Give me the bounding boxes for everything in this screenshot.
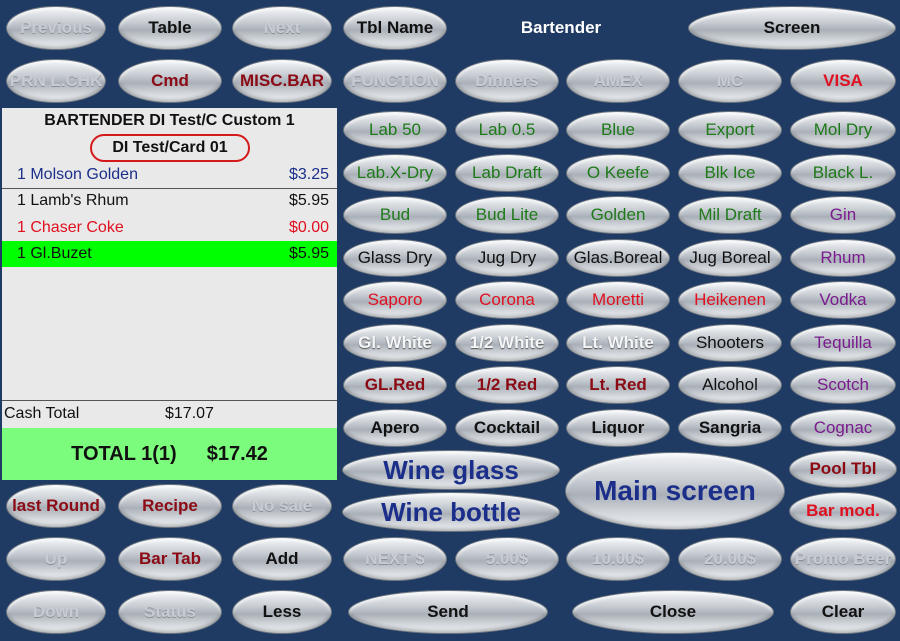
drink-button-rhum[interactable]: Rhum — [790, 239, 896, 277]
drink-button-lt-red[interactable]: Lt. Red — [566, 366, 670, 404]
mode-label: Bartender — [520, 18, 602, 37]
item-price: $5.95 — [288, 245, 329, 262]
last-round-button[interactable]: last Round — [6, 484, 106, 528]
drink-button-lab-x-dry[interactable]: Lab.X-Dry — [343, 154, 447, 192]
item-name: 1 Molson Golden — [17, 166, 138, 183]
screen-button[interactable]: Screen — [688, 6, 896, 50]
down-button[interactable]: Down — [6, 590, 106, 634]
less-button[interactable]: Less — [232, 590, 332, 634]
drink-button-jug-dry[interactable]: Jug Dry — [455, 239, 559, 277]
drink-button-gl-red[interactable]: GL.Red — [343, 366, 447, 404]
drink-button-corona[interactable]: Corona — [455, 281, 559, 319]
close-button[interactable]: Close — [572, 590, 774, 634]
item-price: $5.95 — [288, 192, 329, 209]
add-button[interactable]: Add — [232, 537, 332, 581]
drink-button-cocktail[interactable]: Cocktail — [455, 409, 559, 447]
promo-beer-button[interactable]: Promo Beer — [790, 537, 896, 581]
drink-button-moretti[interactable]: Moretti — [566, 281, 670, 319]
main-screen-button[interactable]: Main screen — [565, 452, 785, 530]
drink-button-1-2-white[interactable]: 1/2 White — [455, 324, 559, 362]
drink-button-cognac[interactable]: Cognac — [790, 409, 896, 447]
drink-button-black-l[interactable]: Black L. — [790, 154, 896, 192]
drink-button-apero[interactable]: Apero — [343, 409, 447, 447]
check-item[interactable]: 1 Lamb's Rhum $5.95 — [2, 188, 337, 214]
amex-button[interactable]: AMEX — [566, 59, 670, 103]
function-button[interactable]: FUNCTION — [343, 59, 447, 103]
drink-button-bud[interactable]: Bud — [343, 196, 447, 234]
mc-button[interactable]: MC — [678, 59, 782, 103]
clear-button[interactable]: Clear — [790, 590, 896, 634]
drink-button-scotch[interactable]: Scotch — [790, 366, 896, 404]
misc-bar-button[interactable]: MISC.BAR — [232, 59, 332, 103]
wine-glass-button[interactable]: Wine glass — [342, 450, 560, 490]
bar-modifier-button[interactable]: Bar mod. — [789, 492, 897, 530]
next-amount-button[interactable]: NEXT $ — [343, 537, 447, 581]
table-button[interactable]: Table — [118, 6, 222, 50]
item-name: 1 Chaser Coke — [17, 219, 124, 236]
drink-button-o-keefe[interactable]: O Keefe — [566, 154, 670, 192]
drink-button-jug-boreal[interactable]: Jug Boreal — [678, 239, 782, 277]
item-price: $0.00 — [288, 219, 329, 236]
wine-bottle-button[interactable]: Wine bottle — [342, 492, 560, 532]
ten-dollar-button[interactable]: 10.00$ — [566, 537, 670, 581]
drink-button-lab-0-5[interactable]: Lab 0.5 — [455, 111, 559, 149]
drink-button-saporo[interactable]: Saporo — [343, 281, 447, 319]
drink-button-gin[interactable]: Gin — [790, 196, 896, 234]
check-panel: BARTENDER DI Test/C Custom 1 1 Molson Go… — [2, 108, 337, 480]
table-name-button[interactable]: Tbl Name — [343, 6, 447, 50]
cmd-button[interactable]: Cmd — [118, 59, 222, 103]
dinners-button[interactable]: Dinners — [455, 59, 559, 103]
drink-button-alcohol[interactable]: Alcohol — [678, 366, 782, 404]
item-price: $3.25 — [288, 166, 329, 183]
visa-button[interactable]: VISA — [790, 59, 896, 103]
five-dollar-button[interactable]: 5.00$ — [455, 537, 559, 581]
drink-button-export[interactable]: Export — [678, 111, 782, 149]
drink-button-bud-lite[interactable]: Bud Lite — [455, 196, 559, 234]
check-item[interactable]: 1 Chaser Coke $0.00 — [2, 215, 337, 241]
total-box: TOTAL 1(1) $17.42 — [2, 428, 337, 480]
up-button[interactable]: Up — [6, 537, 106, 581]
item-name: 1 Lamb's Rhum — [17, 192, 129, 209]
drink-button-lab-50[interactable]: Lab 50 — [343, 111, 447, 149]
status-button[interactable]: Status — [118, 590, 222, 634]
check-item-selected[interactable]: 1 Gl.Buzet $5.95 — [2, 241, 337, 267]
divider — [2, 400, 337, 401]
check-header: BARTENDER DI Test/C Custom 1 — [44, 112, 295, 129]
drink-button-blue[interactable]: Blue — [566, 111, 670, 149]
twenty-dollar-button[interactable]: 20.00$ — [678, 537, 782, 581]
item-name: 1 Gl.Buzet — [17, 245, 92, 262]
print-last-check-button[interactable]: PRN L.CHK — [6, 59, 106, 103]
drink-button-tequilla[interactable]: Tequilla — [790, 324, 896, 362]
drink-button-mol-dry[interactable]: Mol Dry — [790, 111, 896, 149]
drink-button-blk-ice[interactable]: Blk Ice — [678, 154, 782, 192]
drink-button-heikenen[interactable]: Heikenen — [678, 281, 782, 319]
bar-tab-button[interactable]: Bar Tab — [118, 537, 222, 581]
drink-button-glas-boreal[interactable]: Glas.Boreal — [566, 239, 670, 277]
drink-button-glass-dry[interactable]: Glass Dry — [343, 239, 447, 277]
drink-button-liquor[interactable]: Liquor — [566, 409, 670, 447]
drink-button-1-2-red[interactable]: 1/2 Red — [455, 366, 559, 404]
card-name-label: DI Test/Card 01 — [90, 134, 250, 162]
drink-button-mil-draft[interactable]: Mil Draft — [678, 196, 782, 234]
drink-button-vodka[interactable]: Vodka — [790, 281, 896, 319]
drink-button-sangria[interactable]: Sangria — [678, 409, 782, 447]
pool-table-button[interactable]: Pool Tbl — [789, 450, 897, 488]
drink-button-shooters[interactable]: Shooters — [678, 324, 782, 362]
drink-button-lab-draft[interactable]: Lab Draft — [455, 154, 559, 192]
check-item[interactable]: 1 Molson Golden $3.25 — [2, 162, 337, 188]
next-button[interactable]: Next — [232, 6, 332, 50]
drink-button-lt-white[interactable]: Lt. White — [566, 324, 670, 362]
total-label: TOTAL 1(1) — [71, 442, 177, 465]
drink-button-golden[interactable]: Golden — [566, 196, 670, 234]
send-button[interactable]: Send — [348, 590, 548, 634]
cash-total-label: Cash Total — [4, 405, 80, 422]
drink-button-gl-white[interactable]: Gl. White — [343, 324, 447, 362]
no-sale-button[interactable]: No sale — [232, 484, 332, 528]
previous-button[interactable]: Previous — [6, 6, 106, 50]
total-value: $17.42 — [206, 442, 268, 465]
recipe-button[interactable]: Recipe — [118, 484, 222, 528]
cash-total-value: $17.07 — [165, 405, 214, 422]
